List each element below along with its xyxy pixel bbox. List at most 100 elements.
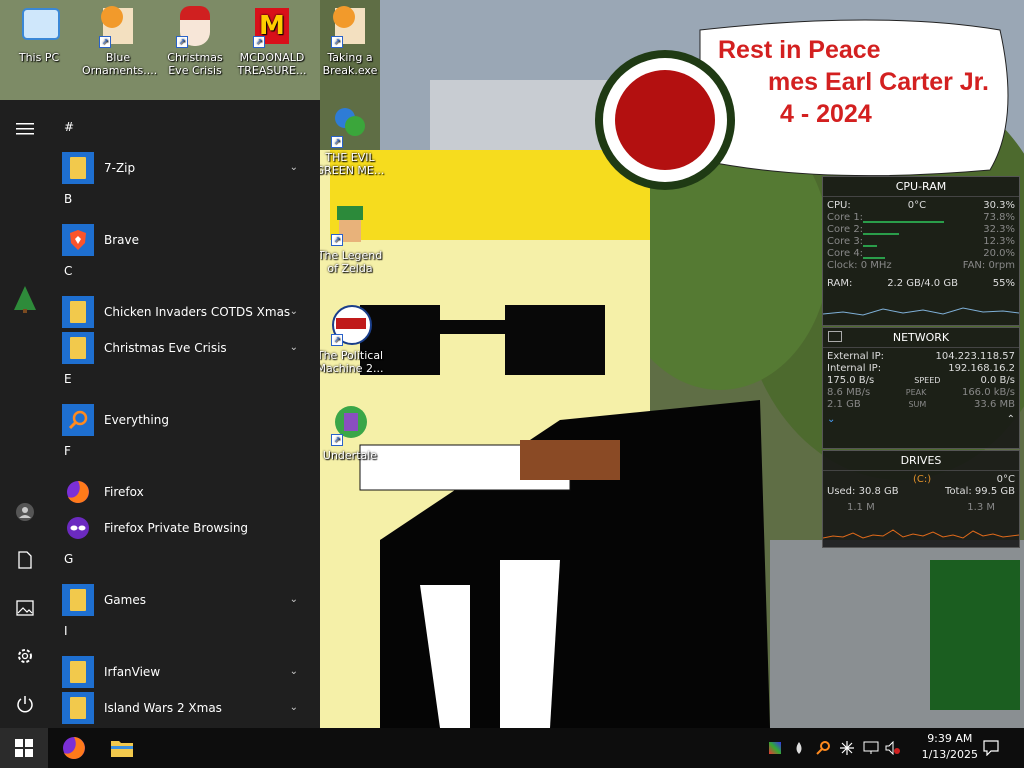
app-item-everything[interactable]: Everything	[50, 402, 312, 438]
political-app-icon: ↗	[329, 304, 372, 346]
gear-icon	[18, 649, 32, 663]
desktop-icon-label: Undertale	[322, 449, 378, 462]
tray-app-icon-1[interactable]	[766, 728, 784, 768]
ram-value: 2.2 GB/4.0 GB	[887, 278, 958, 289]
shortcut-arrow-icon: ↗	[331, 334, 343, 346]
widget-title: NETWORK	[823, 328, 1019, 348]
group-header-c[interactable]: C	[50, 258, 312, 294]
app-label: Games	[104, 593, 146, 607]
drive-read: 1.1 M	[847, 502, 875, 513]
desktop-icon-evil-green-me[interactable]: ↗ THE EVIL GREEN ME...	[314, 106, 386, 177]
group-header-g[interactable]: G	[50, 546, 312, 582]
settings-button[interactable]	[10, 641, 40, 671]
shortcut-arrow-icon: ↗	[331, 434, 343, 446]
brave-icon	[62, 224, 94, 256]
tray-network-button[interactable]	[862, 728, 880, 768]
desktop-icon-label: The Legend of Zelda	[317, 249, 383, 275]
drives-title: DRIVES	[823, 451, 1019, 471]
drive-used: Used: 30.8 GB	[827, 486, 899, 497]
drive-letter: (C:)	[913, 474, 932, 485]
peak-label: PEAK	[905, 388, 927, 397]
droplet-icon	[796, 742, 802, 754]
fan-speed: FAN: 0rpm	[962, 260, 1015, 271]
power-icon	[17, 696, 33, 713]
app-item-games[interactable]: Games ⌄	[50, 582, 312, 618]
widget-title: CPU-RAM	[823, 177, 1019, 197]
desktop-icon-blue-ornaments[interactable]: ↗ Blue Ornaments....	[82, 6, 157, 77]
computer-icon	[18, 6, 60, 48]
app-label: IrfanView	[104, 665, 161, 679]
drive-activity-graph	[822, 529, 1020, 539]
chevron-down-icon: ⌄	[289, 306, 298, 317]
desktop-icon-christmas-eve-crisis[interactable]: ↗ Christmas Eve Crisis	[159, 6, 231, 77]
speed-up: 175.0 B/s	[827, 375, 875, 386]
document-icon	[18, 551, 32, 569]
drive-temp: 0°C	[996, 474, 1015, 485]
tray-volume-button[interactable]	[884, 728, 902, 768]
expand-up-icon[interactable]: ⌃	[1007, 414, 1015, 426]
ram-label: RAM:	[827, 278, 853, 289]
desktop-icon-undertale[interactable]: ↗ Undertale	[314, 404, 386, 462]
break-app-icon: ↗	[329, 6, 371, 48]
group-header-e[interactable]: E	[50, 366, 312, 402]
clock-date: 1/13/2025	[921, 748, 978, 761]
firefox-icon	[63, 737, 85, 759]
desktop-icon-label: This PC	[18, 51, 60, 64]
desktop-icon-mcdonald-treasure[interactable]: M ↗ MCDONALD TREASURE...	[236, 6, 308, 77]
pictures-button[interactable]	[10, 593, 40, 623]
tray-app-icon-2[interactable]	[790, 728, 808, 768]
pictures-icon	[16, 600, 34, 616]
start-button[interactable]	[0, 728, 48, 768]
core-usage-bar	[863, 221, 944, 223]
app-item-christmas-eve-crisis[interactable]: Christmas Eve Crisis ⌄	[50, 330, 312, 366]
clock-speed: Clock: 0 MHz	[827, 260, 892, 271]
taskbar-clock[interactable]: 9:39 AM 1/13/2025	[922, 731, 978, 763]
windows-logo-icon	[15, 739, 33, 757]
tray-app-icon-4[interactable]	[838, 728, 856, 768]
desktop-icon-label: THE EVIL GREEN ME...	[315, 151, 385, 177]
everything-search-icon	[62, 404, 94, 436]
desktop-icon-taking-a-break[interactable]: ↗ Taking a Break.exe	[314, 6, 386, 77]
chevron-down-icon: ⌄	[289, 594, 298, 605]
expand-down-icon[interactable]: ⌄	[827, 414, 835, 426]
core-percent: 20.0%	[983, 248, 1015, 259]
account-button[interactable]	[10, 497, 40, 527]
app-item-firefox[interactable]: Firefox	[50, 474, 312, 510]
app-item-chicken-invaders[interactable]: Chicken Invaders COTDS Xmas ⌄	[50, 294, 312, 330]
app-item-island-wars[interactable]: Island Wars 2 Xmas ⌄	[50, 690, 312, 726]
desktop-icon-political-machine[interactable]: ↗ The Political Machine 2...	[314, 304, 386, 375]
app-item-7zip[interactable]: 7-Zip ⌄	[50, 150, 312, 186]
user-icon	[16, 503, 34, 521]
core-usage-bar	[863, 257, 885, 259]
app-label: Christmas Eve Crisis	[104, 341, 227, 355]
start-menu-rail	[0, 100, 50, 728]
cpu-label: CPU:	[827, 200, 851, 211]
desktop-icon-legend-of-zelda[interactable]: ↗ The Legend of Zelda	[314, 204, 386, 275]
group-header-hash[interactable]: #	[50, 114, 312, 150]
tray-everything-button[interactable]	[814, 728, 832, 768]
chevron-down-icon: ⌄	[289, 666, 298, 677]
desktop-icon-label: Taking a Break.exe	[322, 51, 378, 77]
memorial-line1: Rest in Peace	[718, 36, 881, 64]
group-header-b[interactable]: B	[50, 186, 312, 222]
group-header-i[interactable]: I	[50, 618, 312, 654]
memorial-line2: mes Earl Carter Jr.	[768, 68, 989, 96]
external-ip: 104.223.118.57	[935, 351, 1015, 362]
app-item-brave[interactable]: Brave	[50, 222, 312, 258]
hamburger-icon	[16, 123, 34, 135]
app-item-irfanview[interactable]: IrfanView ⌄	[50, 654, 312, 690]
group-header-f[interactable]: F	[50, 438, 312, 474]
app-label: Brave	[104, 233, 140, 247]
app-label: Firefox Private Browsing	[104, 521, 249, 535]
internal-ip-label: Internal IP:	[827, 363, 882, 374]
network-widget: NETWORK External IP: 104.223.118.57 Inter…	[822, 327, 1020, 449]
taskbar-firefox-button[interactable]	[52, 728, 96, 768]
core-label: Core 4:	[827, 248, 864, 259]
action-center-button[interactable]	[978, 728, 1004, 768]
documents-button[interactable]	[10, 545, 40, 575]
power-button[interactable]	[10, 689, 40, 719]
desktop-icon-this-pc[interactable]: This PC	[3, 6, 75, 64]
taskbar-file-explorer-button[interactable]	[100, 728, 144, 768]
app-item-firefox-private[interactable]: Firefox Private Browsing	[50, 510, 312, 546]
expand-menu-button[interactable]	[10, 114, 40, 144]
